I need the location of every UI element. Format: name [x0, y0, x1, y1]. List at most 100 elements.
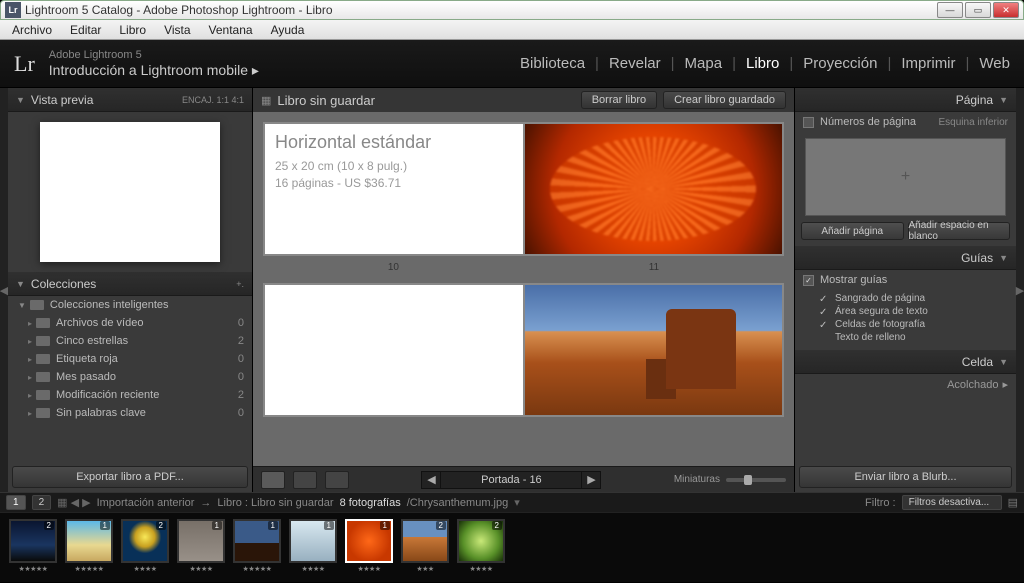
- minimize-button[interactable]: —: [937, 2, 963, 18]
- left-panel-toggle[interactable]: ◀: [0, 88, 8, 492]
- multi-page-view-button[interactable]: [261, 471, 285, 489]
- page-navigator: ◀ Portada - 16 ▶: [421, 471, 601, 489]
- filmstrip-thumb[interactable]: 2★★★★: [456, 519, 506, 576]
- padding-row[interactable]: Acolchado ▸: [795, 374, 1016, 395]
- tagline-link[interactable]: Introducción a Lightroom mobile ▸: [49, 62, 259, 79]
- rating-stars: ★★★★★: [19, 565, 48, 573]
- collection-item[interactable]: ▸Mes pasado0: [8, 368, 252, 386]
- dropdown-icon[interactable]: ▾: [514, 496, 520, 509]
- filmstrip-thumb[interactable]: 2★★★★: [120, 519, 170, 576]
- grid-icon[interactable]: ▦ ◀ ▶: [57, 496, 90, 509]
- prev-page-button[interactable]: ◀: [421, 471, 441, 489]
- preview-zoom-meta[interactable]: ENCAJ. 1:1 4:1: [182, 95, 244, 105]
- right-panel-toggle[interactable]: ▶: [1016, 88, 1024, 492]
- guides-panel-header[interactable]: Guías ▼: [795, 246, 1016, 270]
- menu-editar[interactable]: Editar: [62, 21, 109, 39]
- book-title-bar: ▦ Libro sin guardar Borrar libro Crear l…: [253, 88, 794, 112]
- triangle-down-icon: ▼: [16, 279, 25, 289]
- add-page-button[interactable]: Añadir página: [801, 222, 904, 240]
- preview-area: [8, 112, 252, 272]
- next-page-button[interactable]: ▶: [581, 471, 601, 489]
- smart-collections-header[interactable]: ▼Colecciones inteligentes: [8, 296, 252, 314]
- module-mapa[interactable]: Mapa: [685, 55, 723, 72]
- menu-archivo[interactable]: Archivo: [4, 21, 60, 39]
- clear-book-button[interactable]: Borrar libro: [581, 91, 657, 109]
- collection-item[interactable]: ▸Cinco estrellas2: [8, 332, 252, 350]
- menu-ventana[interactable]: Ventana: [201, 21, 261, 39]
- page-11[interactable]: [525, 124, 783, 254]
- filmstrip-thumb[interactable]: 1★★★★: [176, 519, 226, 576]
- create-saved-book-button[interactable]: Crear libro guardado: [663, 91, 786, 109]
- right-panel: Página ▼ Números de página Esquina infer…: [794, 88, 1016, 492]
- filmstrip[interactable]: 2★★★★★1★★★★★2★★★★1★★★★1★★★★★1★★★★1★★★★2★…: [0, 512, 1024, 582]
- usage-badge: 1: [324, 521, 334, 530]
- page-indicator[interactable]: Portada - 16: [441, 471, 581, 489]
- spread-view-button[interactable]: [293, 471, 317, 489]
- menu-ayuda[interactable]: Ayuda: [263, 21, 313, 39]
- triangle-down-icon: ▼: [999, 95, 1008, 105]
- usage-badge: 1: [380, 521, 390, 530]
- add-collection-icon[interactable]: +.: [236, 279, 244, 289]
- page-10[interactable]: Horizontal estándar 25 x 20 cm (10 x 8 p…: [265, 124, 523, 254]
- module-web[interactable]: Web: [979, 55, 1010, 72]
- monitor-1-button[interactable]: 1: [6, 495, 26, 510]
- page-13[interactable]: [525, 285, 783, 415]
- filter-lock-icon[interactable]: ▤: [1008, 496, 1018, 509]
- show-guides-row[interactable]: ✓ Mostrar guías: [795, 270, 1016, 290]
- send-to-blurb-button[interactable]: Enviar libro a Blurb...: [799, 466, 1012, 488]
- guide-option[interactable]: Texto de relleno: [819, 331, 1008, 344]
- menu-libro[interactable]: Libro: [111, 21, 154, 39]
- spread-12-13[interactable]: [263, 283, 784, 417]
- filmstrip-thumb[interactable]: 1★★★★: [288, 519, 338, 576]
- maximize-button[interactable]: ▭: [965, 2, 991, 18]
- cell-panel-header[interactable]: Celda ▼: [795, 350, 1016, 374]
- page-numbers-position[interactable]: Esquina inferior: [939, 117, 1008, 128]
- show-guides-checkbox[interactable]: ✓: [803, 275, 814, 286]
- single-page-view-button[interactable]: [325, 471, 349, 489]
- module-biblioteca[interactable]: Biblioteca: [520, 55, 585, 72]
- module-proyección[interactable]: Proyección: [803, 55, 877, 72]
- page-panel-header[interactable]: Página ▼: [795, 88, 1016, 112]
- page-layout-preview[interactable]: +: [805, 138, 1006, 216]
- guide-option[interactable]: ✓Sangrado de página: [819, 292, 1008, 305]
- guide-option[interactable]: ✓Celdas de fotografía: [819, 318, 1008, 331]
- filmstrip-info-bar: 1 2 ▦ ◀ ▶ Importación anterior → Libro :…: [0, 492, 1024, 512]
- collection-item[interactable]: ▸Etiqueta roja0: [8, 350, 252, 368]
- close-button[interactable]: ✕: [993, 2, 1019, 18]
- rating-stars: ★★★★: [133, 565, 156, 573]
- crumb-prev-import[interactable]: Importación anterior: [97, 497, 195, 509]
- menu-bar: ArchivoEditarLibroVistaVentanaAyuda: [0, 20, 1024, 40]
- module-libro[interactable]: Libro: [746, 55, 779, 72]
- add-blank-button[interactable]: Añadir espacio en blanco: [908, 222, 1011, 240]
- collection-item[interactable]: ▸Archivos de vídeo0: [8, 314, 252, 332]
- filmstrip-thumb[interactable]: 1★★★★★: [232, 519, 282, 576]
- usage-badge: 2: [492, 521, 502, 530]
- filter-dropdown[interactable]: Filtros desactiva...: [902, 495, 1002, 510]
- module-revelar[interactable]: Revelar: [609, 55, 661, 72]
- monitor-2-button[interactable]: 2: [32, 495, 52, 510]
- guide-option[interactable]: ✓Área segura de texto: [819, 305, 1008, 318]
- page-numbers-row[interactable]: Números de página Esquina inferior: [795, 112, 1016, 132]
- filmstrip-thumb[interactable]: 1★★★★: [344, 519, 394, 576]
- preview-panel-header[interactable]: ▼ Vista previa ENCAJ. 1:1 4:1: [8, 88, 252, 112]
- collection-item[interactable]: ▸Modificación reciente2: [8, 386, 252, 404]
- filmstrip-thumb[interactable]: 2★★★: [400, 519, 450, 576]
- triangle-right-icon: ▸: [1002, 378, 1008, 391]
- crumb-book[interactable]: Libro : Libro sin guardar: [217, 497, 333, 509]
- collection-item[interactable]: ▸Sin palabras clave0: [8, 404, 252, 422]
- export-pdf-button[interactable]: Exportar libro a PDF...: [12, 466, 248, 488]
- spread-10-11[interactable]: Horizontal estándar 25 x 20 cm (10 x 8 p…: [263, 122, 784, 256]
- collections-title: Colecciones: [31, 277, 96, 291]
- page-12[interactable]: [265, 285, 523, 415]
- filmstrip-thumb[interactable]: 1★★★★★: [64, 519, 114, 576]
- collections-panel-header[interactable]: ▼ Colecciones +.: [8, 272, 252, 296]
- page-numbers-checkbox[interactable]: [803, 117, 814, 128]
- guides-list: ✓Sangrado de página✓Área segura de texto…: [795, 290, 1016, 350]
- filmstrip-thumb[interactable]: 2★★★★★: [8, 519, 58, 576]
- chrysanthemum-image: [525, 124, 783, 254]
- thumbnail-size-slider[interactable]: [726, 478, 786, 482]
- menu-vista[interactable]: Vista: [156, 21, 198, 39]
- module-imprimir[interactable]: Imprimir: [901, 55, 955, 72]
- spreads-view[interactable]: Horizontal estándar 25 x 20 cm (10 x 8 p…: [253, 112, 794, 466]
- preview-page[interactable]: [40, 122, 220, 262]
